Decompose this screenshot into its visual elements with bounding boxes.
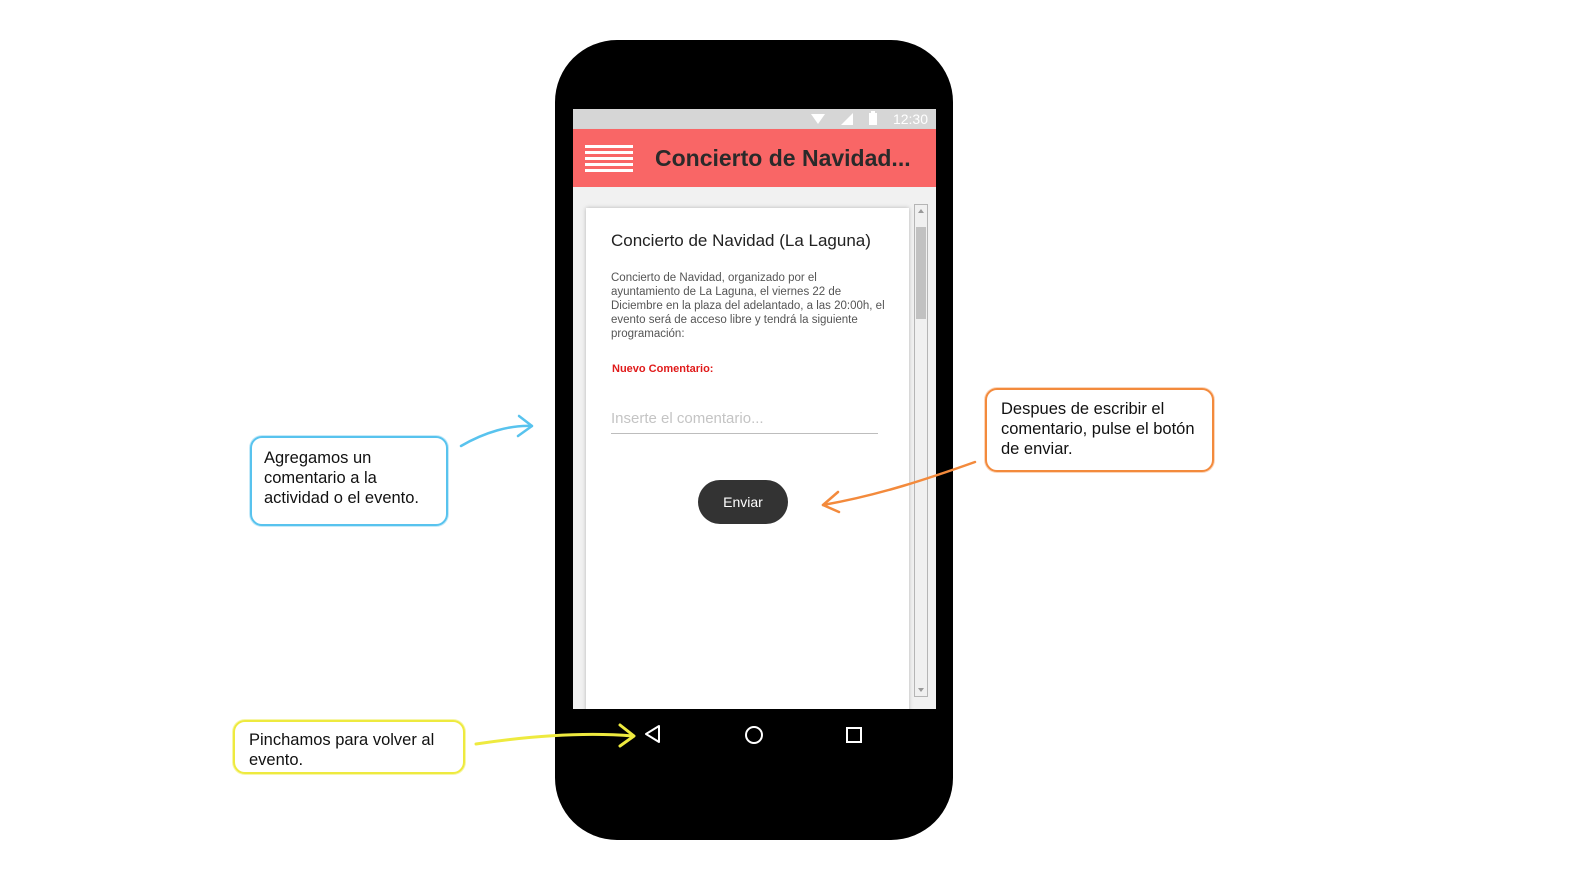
- blue-annotation-callout: Agregamos un comentario a la actividad o…: [250, 436, 448, 526]
- yellow-annotation-callout: Pinchamos para volver al evento.: [233, 720, 465, 774]
- orange-annotation-callout: Despues de escribir el comentario, pulse…: [985, 388, 1214, 472]
- yellow-arrow: [474, 732, 635, 746]
- orange-arrow: [821, 460, 977, 507]
- blue-arrow: [459, 424, 534, 448]
